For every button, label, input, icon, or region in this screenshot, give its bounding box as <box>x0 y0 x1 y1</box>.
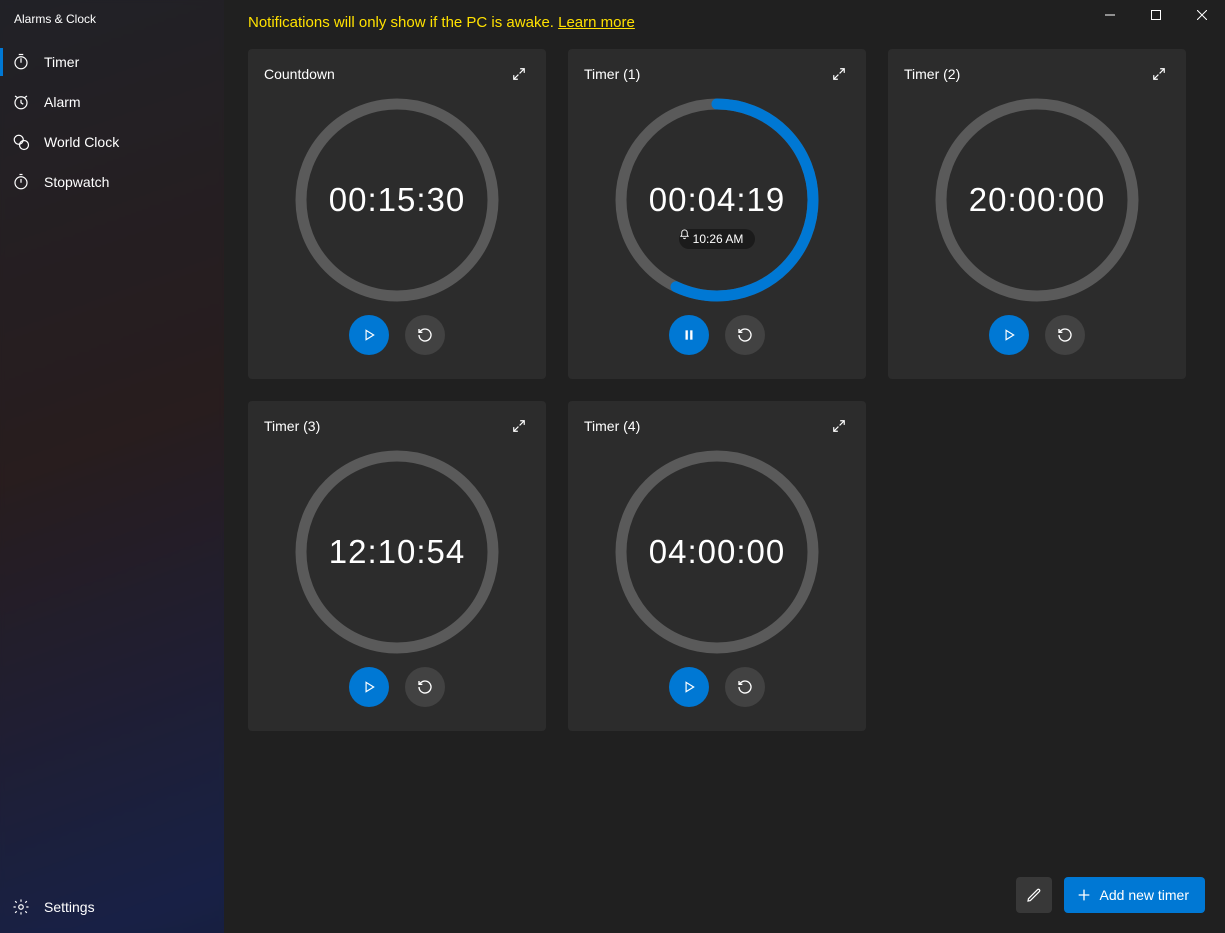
pause-button[interactable] <box>669 315 709 355</box>
expand-button[interactable] <box>508 415 530 437</box>
maximize-button[interactable] <box>1133 0 1179 30</box>
minimize-button[interactable] <box>1087 0 1133 30</box>
app-title: Alarms & Clock <box>0 4 224 42</box>
sidebar: Alarms & Clock Timer Alarm <box>0 0 224 933</box>
timer-name: Timer (2) <box>904 66 960 82</box>
sidebar-item-alarm[interactable]: Alarm <box>0 82 224 122</box>
reset-button[interactable] <box>405 667 445 707</box>
play-button[interactable] <box>989 315 1029 355</box>
edit-timers-button[interactable] <box>1016 877 1052 913</box>
notification-text: Notifications will only show if the PC i… <box>248 14 558 31</box>
gear-icon <box>12 898 30 916</box>
expand-button[interactable] <box>828 63 850 85</box>
timer-ring: 12:10:54 <box>294 449 500 655</box>
play-button[interactable] <box>349 315 389 355</box>
notification-link[interactable]: Learn more <box>558 14 635 31</box>
sidebar-item-settings[interactable]: Settings <box>0 887 224 927</box>
timer-card: Timer (4) 04:00:00 <box>568 401 866 731</box>
timer-ring: 20:00:00 <box>934 97 1140 303</box>
alarm-icon <box>12 93 30 111</box>
reset-button[interactable] <box>1045 315 1085 355</box>
sidebar-item-label: Alarm <box>44 94 81 110</box>
add-timer-button[interactable]: Add new timer <box>1064 877 1205 913</box>
expand-button[interactable] <box>508 63 530 85</box>
timer-end-time: 10:26 AM <box>693 232 744 246</box>
expand-button[interactable] <box>1148 63 1170 85</box>
timer-name: Timer (3) <box>264 418 320 434</box>
sidebar-item-label: Settings <box>44 899 95 915</box>
timer-card: Timer (3) 12:10:54 <box>248 401 546 731</box>
close-button[interactable] <box>1179 0 1225 30</box>
main-panel: Notifications will only show if the PC i… <box>224 0 1225 933</box>
play-button[interactable] <box>669 667 709 707</box>
sidebar-item-label: World Clock <box>44 134 119 150</box>
stopwatch-icon <box>12 173 30 191</box>
timer-end-time-badge: 10:26 AM <box>679 229 756 249</box>
add-timer-label: Add new timer <box>1100 887 1189 903</box>
sidebar-item-stopwatch[interactable]: Stopwatch <box>0 162 224 202</box>
sidebar-item-label: Timer <box>44 54 79 70</box>
timer-name: Countdown <box>264 66 335 82</box>
reset-button[interactable] <box>405 315 445 355</box>
timer-grid: Countdown 00:15:30 Timer (1) 00:04:1910:26 … <box>224 41 1225 739</box>
timer-card: Timer (1) 00:04:1910:26 AM <box>568 49 866 379</box>
sidebar-item-worldclock[interactable]: World Clock <box>0 122 224 162</box>
notification-bar: Notifications will only show if the PC i… <box>224 0 1225 41</box>
sidebar-item-label: Stopwatch <box>44 174 109 190</box>
nav-list: Timer Alarm World Clock <box>0 42 224 202</box>
timer-name: Timer (1) <box>584 66 640 82</box>
timer-card: Timer (2) 20:00:00 <box>888 49 1186 379</box>
timer-ring: 00:04:1910:26 AM <box>614 97 820 303</box>
sidebar-item-timer[interactable]: Timer <box>0 42 224 82</box>
timer-icon <box>12 53 30 71</box>
timer-card: Countdown 00:15:30 <box>248 49 546 379</box>
play-button[interactable] <box>349 667 389 707</box>
worldclock-icon <box>12 133 30 151</box>
timer-ring: 04:00:00 <box>614 449 820 655</box>
timer-name: Timer (4) <box>584 418 640 434</box>
window-controls <box>1087 0 1225 30</box>
timer-ring: 00:15:30 <box>294 97 500 303</box>
expand-button[interactable] <box>828 415 850 437</box>
reset-button[interactable] <box>725 667 765 707</box>
bottom-bar: Add new timer <box>1016 877 1205 913</box>
reset-button[interactable] <box>725 315 765 355</box>
